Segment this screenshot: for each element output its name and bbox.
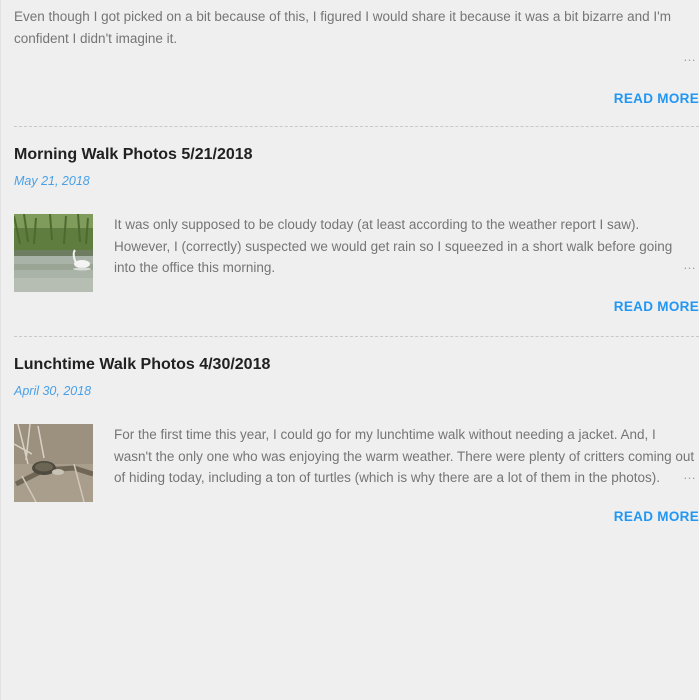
post-date[interactable]: April 30, 2018 bbox=[14, 384, 91, 398]
post-snippet: For the first time this year, I could go… bbox=[114, 427, 695, 485]
post-date[interactable]: May 21, 2018 bbox=[14, 174, 90, 188]
post-snippet: Even though I got picked on a bit becaus… bbox=[14, 9, 671, 46]
read-more-button[interactable]: READ MORE bbox=[614, 299, 699, 314]
read-more-button[interactable]: READ MORE bbox=[614, 509, 699, 524]
swan-on-pond-photo bbox=[14, 214, 93, 292]
post-divider bbox=[14, 126, 699, 127]
turtles-on-log-photo bbox=[14, 424, 93, 502]
ellipsis-icon: … bbox=[683, 49, 697, 64]
post-snippet: It was only supposed to be cloudy today … bbox=[114, 217, 673, 275]
post-divider bbox=[14, 336, 699, 337]
post-thumbnail[interactable] bbox=[14, 424, 93, 502]
post-thumbnail[interactable] bbox=[14, 214, 93, 292]
post-title-link[interactable]: Lunchtime Walk Photos 4/30/2018 bbox=[14, 356, 270, 374]
read-more-button[interactable]: READ MORE bbox=[614, 91, 699, 106]
post-title-link[interactable]: Morning Walk Photos 5/21/2018 bbox=[14, 146, 253, 164]
ellipsis-icon: … bbox=[683, 467, 697, 482]
ellipsis-icon: … bbox=[683, 257, 697, 272]
blog-post-list: Even though I got picked on a bit becaus… bbox=[0, 0, 699, 700]
